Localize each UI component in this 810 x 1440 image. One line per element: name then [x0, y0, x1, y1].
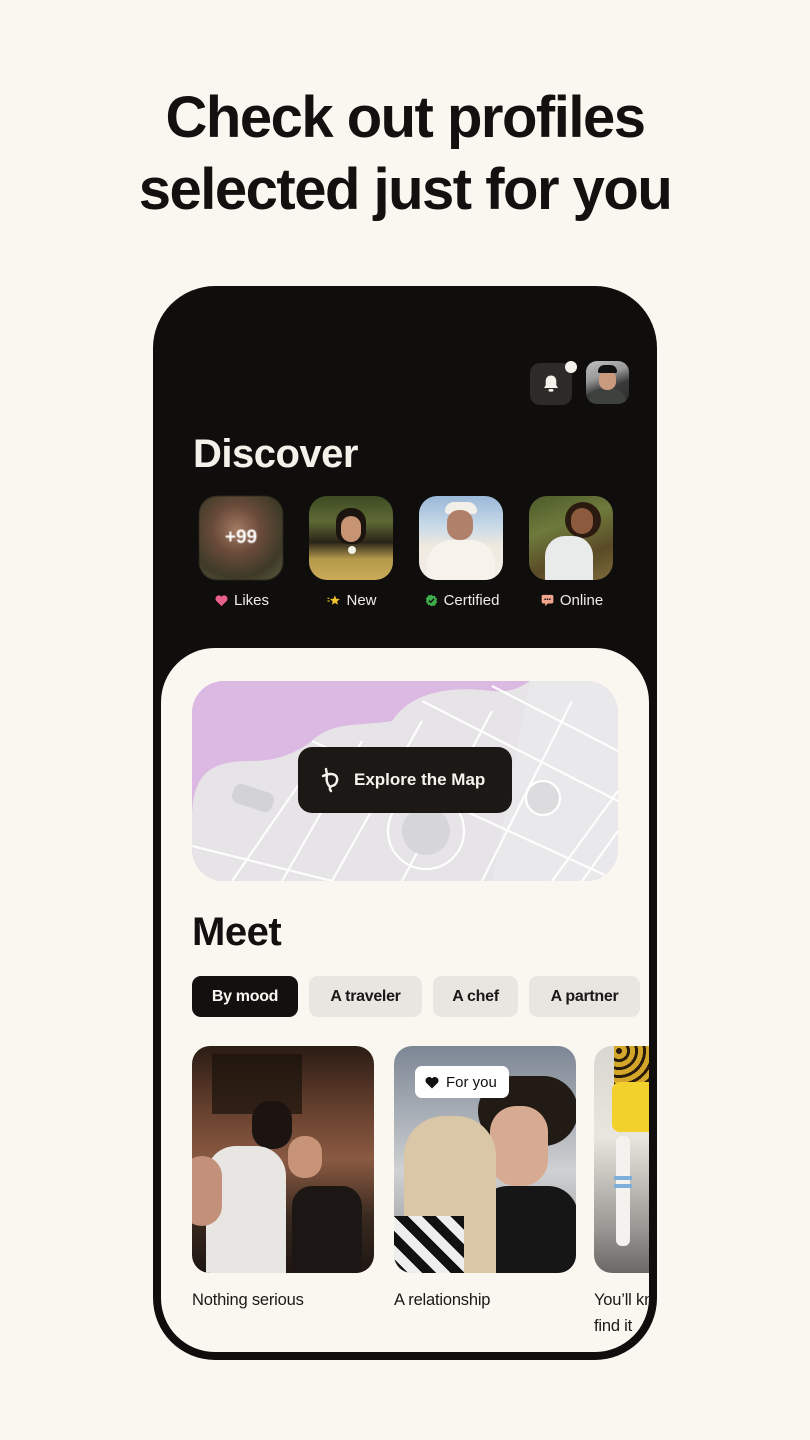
heart-icon — [425, 1076, 439, 1088]
headline-line-2: selected just for you — [138, 157, 673, 222]
map-preview-card[interactable]: Explore the Map — [192, 681, 618, 881]
headline: Check out profiles selected just for you — [0, 82, 810, 226]
phone-frame: Discover +99 Likes New Certified Online … — [153, 286, 657, 1360]
story-likes-thumbnail: +99 — [199, 496, 283, 580]
notification-dot — [565, 361, 577, 373]
bell-icon — [544, 375, 558, 392]
card-caption: A relationship — [394, 1291, 491, 1309]
headline-line-1: Check out profiles — [165, 85, 646, 150]
story-online[interactable]: Online — [529, 496, 615, 609]
filter-chip-chef[interactable]: A chef — [433, 976, 518, 1017]
discover-stories: +99 Likes New Certified Online — [197, 496, 617, 616]
filter-chip-partner[interactable]: A partner — [529, 976, 640, 1017]
likes-count: +99 — [224, 527, 258, 548]
story-label: Online — [559, 592, 604, 609]
story-label: Certified — [443, 592, 500, 609]
verified-check-icon — [425, 594, 437, 607]
story-certified-thumbnail — [419, 496, 503, 580]
sparkle-star-icon — [327, 595, 341, 605]
card-photo — [594, 1046, 649, 1273]
card-photo — [192, 1046, 374, 1273]
map-logo-icon — [321, 767, 339, 793]
story-label: Likes — [233, 592, 270, 609]
story-new-thumbnail — [309, 496, 393, 580]
story-likes[interactable]: +99 Likes — [199, 496, 285, 609]
mood-card-nothing-serious[interactable]: Nothing serious — [192, 1046, 374, 1313]
story-online-thumbnail — [529, 496, 613, 580]
mood-card-youll-know[interactable]: You’ll know when you find it — [594, 1046, 649, 1339]
story-new[interactable]: New — [309, 496, 395, 609]
meet-cards: Nothing serious For you A relationship Y… — [192, 1046, 649, 1346]
badge-label: For you — [446, 1073, 497, 1091]
mood-card-relationship[interactable]: For you A relationship — [394, 1046, 576, 1313]
profile-avatar[interactable] — [586, 361, 629, 404]
for-you-badge: For you — [415, 1066, 509, 1098]
meet-title: Meet — [192, 910, 282, 954]
card-caption: Nothing serious — [192, 1291, 304, 1309]
heart-icon — [215, 595, 228, 607]
story-label: New — [346, 592, 377, 609]
explore-map-label: Explore the Map — [354, 770, 486, 789]
filter-chip-traveler[interactable]: A traveler — [309, 976, 422, 1017]
card-caption: You’ll know when you find it — [594, 1291, 649, 1335]
story-certified[interactable]: Certified — [419, 496, 505, 609]
explore-map-button[interactable]: Explore the Map — [298, 747, 512, 813]
content-sheet: Explore the Map Meet By mood A traveler … — [161, 648, 649, 1352]
chat-bubble-icon — [541, 594, 554, 607]
meet-filter-chips: By mood A traveler A chef A partner — [192, 976, 649, 1018]
filter-chip-by-mood[interactable]: By mood — [192, 976, 298, 1017]
discover-title: Discover — [193, 432, 358, 476]
